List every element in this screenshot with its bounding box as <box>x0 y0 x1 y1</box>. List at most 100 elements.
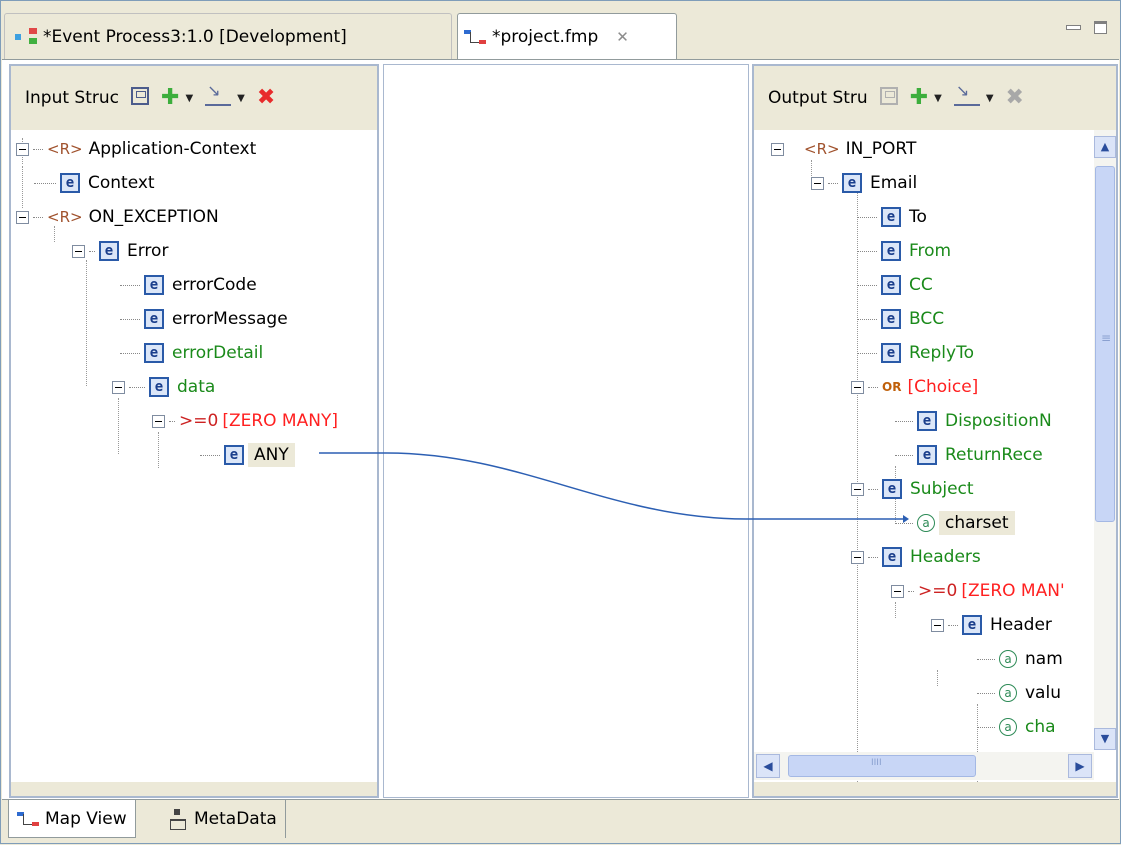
tree-guide <box>937 670 938 686</box>
collapse-icon[interactable] <box>72 244 85 258</box>
import-dropdown-icon[interactable]: ▼ <box>237 93 245 104</box>
node-label: ReturnRece <box>945 445 1043 465</box>
scroll-up-button[interactable]: ▲ <box>1094 136 1116 158</box>
tree-node-data[interactable]: e data <box>112 372 215 402</box>
add-dropdown-icon[interactable]: ▼ <box>934 93 942 104</box>
tree-node-header[interactable]: e Header <box>931 610 1052 640</box>
import-icon[interactable] <box>953 80 980 111</box>
vertical-scroll-thumb[interactable]: ≡ <box>1095 166 1115 522</box>
element-icon: e <box>882 547 902 567</box>
map-icon <box>17 810 39 828</box>
node-label: Application-Context <box>88 139 257 159</box>
collapse-icon[interactable] <box>851 550 864 564</box>
collapse-icon[interactable] <box>771 142 784 156</box>
tree-node-replyto[interactable]: e ReplyTo <box>857 338 974 368</box>
collapse-icon[interactable] <box>851 380 864 394</box>
node-label: cha <box>1025 717 1056 737</box>
add-icon[interactable]: ✚ <box>161 87 179 109</box>
delete-icon[interactable]: ✖ <box>257 87 275 109</box>
mapping-canvas[interactable] <box>383 64 749 798</box>
node-label: Context <box>88 173 155 193</box>
node-label: Error <box>127 241 169 261</box>
panel-footer <box>11 782 377 796</box>
element-icon: e <box>881 241 901 261</box>
attribute-icon: a <box>999 718 1017 736</box>
node-label: [ZERO MANY] <box>222 411 338 431</box>
node-label: Email <box>870 173 918 193</box>
tab-label: *project.fmp <box>492 26 599 47</box>
tree-node-errormessage[interactable]: e errorMessage <box>120 304 288 334</box>
output-tree: <R> IN_PORT e Email e To e From e CC e B… <box>754 130 1116 782</box>
tree-node-charset-attr[interactable]: a cha <box>977 712 1056 742</box>
record-icon: <R> <box>47 208 83 226</box>
element-icon: e <box>224 445 244 465</box>
horizontal-scroll-thumb[interactable]: IIII <box>788 755 976 777</box>
tree-guide <box>86 260 87 386</box>
tree-node-name[interactable]: a nam <box>977 644 1063 674</box>
input-structure-panel: Input Struc ✚ ▼ ▼ ✖ <R> Application-Cont… <box>9 64 379 798</box>
vertical-scrollbar[interactable]: ▲ ≡ ▼ <box>1094 130 1116 750</box>
process-icon <box>15 27 37 46</box>
tree-node-application-context[interactable]: <R> Application-Context <box>16 134 256 164</box>
import-icon[interactable] <box>205 80 232 111</box>
collapse-icon[interactable] <box>811 176 824 190</box>
minimize-icon[interactable] <box>1064 19 1082 37</box>
node-label: errorCode <box>172 275 257 295</box>
tab-map-view[interactable]: Map View <box>8 800 136 838</box>
maximize-icon[interactable] <box>1092 19 1110 37</box>
node-label: Headers <box>910 547 981 567</box>
tree-node-context[interactable]: e Context <box>34 168 155 198</box>
tree-node-cc[interactable]: e CC <box>857 270 933 300</box>
tree-node-errorcode[interactable]: e errorCode <box>120 270 257 300</box>
element-icon: e <box>144 309 164 329</box>
node-label: valu <box>1025 683 1061 703</box>
scroll-down-button[interactable]: ▼ <box>1094 728 1116 750</box>
tab-metadata[interactable]: MetaData <box>160 800 286 838</box>
tree-node-any[interactable]: e ANY <box>200 440 295 470</box>
tree-node-headers[interactable]: e Headers <box>851 542 981 572</box>
tree-node-bcc[interactable]: e BCC <box>857 304 944 334</box>
tree-node-in-port[interactable]: <R> IN_PORT <box>771 134 916 164</box>
tree-guide <box>158 432 159 468</box>
save-icon[interactable] <box>879 86 898 110</box>
tree-node-charset[interactable]: a charset <box>895 508 1015 538</box>
tree-node-email[interactable]: e Email <box>811 168 917 198</box>
add-dropdown-icon[interactable]: ▼ <box>185 93 193 104</box>
tree-node-zero-many[interactable]: >=0 [ZERO MAN' <box>891 576 1065 606</box>
collapse-icon[interactable] <box>931 618 944 632</box>
save-icon[interactable] <box>131 86 149 110</box>
tree-node-errordetail[interactable]: e errorDetail <box>120 338 263 368</box>
tab-event-process[interactable]: *Event Process3:1.0 [Development] <box>4 13 452 59</box>
collapse-icon[interactable] <box>112 380 125 394</box>
node-label: To <box>909 207 927 227</box>
collapse-icon[interactable] <box>16 142 29 156</box>
tree-node-returnrece[interactable]: e ReturnRece <box>895 440 1043 470</box>
add-icon[interactable]: ✚ <box>910 87 928 109</box>
mapper-content: Input Struc ✚ ▼ ▼ ✖ <R> Application-Cont… <box>2 59 1119 800</box>
tree-node-on-exception[interactable]: <R> ON_EXCEPTION <box>16 202 219 232</box>
tree-node-value[interactable]: a valu <box>977 678 1061 708</box>
scroll-right-button[interactable]: ▶ <box>1068 754 1092 778</box>
tree-node-from[interactable]: e From <box>857 236 951 266</box>
output-toolbar: Output Stru ✚ ▼ ▼ ✖ <box>754 66 1116 130</box>
repeat-icon: >=0 <box>179 411 219 431</box>
collapse-icon[interactable] <box>851 482 864 496</box>
tree-node-zero-many[interactable]: >=0 [ZERO MANY] <box>152 406 338 436</box>
collapse-icon[interactable] <box>891 584 904 598</box>
panel-footer <box>754 782 1116 796</box>
tree-node-dispositionn[interactable]: e DispositionN <box>895 406 1052 436</box>
import-dropdown-icon[interactable]: ▼ <box>986 93 994 104</box>
collapse-icon[interactable] <box>16 210 29 224</box>
collapse-icon[interactable] <box>152 414 165 428</box>
element-icon: e <box>60 173 80 193</box>
scroll-left-button[interactable]: ◀ <box>756 754 780 778</box>
tree-node-error[interactable]: e Error <box>72 236 168 266</box>
element-icon: e <box>881 309 901 329</box>
delete-icon[interactable]: ✖ <box>1006 87 1024 109</box>
close-tab-icon[interactable]: ✕ <box>616 28 629 46</box>
tree-node-to[interactable]: e To <box>857 202 927 232</box>
tree-node-subject[interactable]: e Subject <box>851 474 974 504</box>
tab-project-fmp[interactable]: *project.fmp ✕ <box>457 13 677 59</box>
horizontal-scrollbar[interactable]: ◀ IIII ▶ <box>754 752 1094 780</box>
tree-node-choice[interactable]: OR [Choice] <box>851 372 978 402</box>
